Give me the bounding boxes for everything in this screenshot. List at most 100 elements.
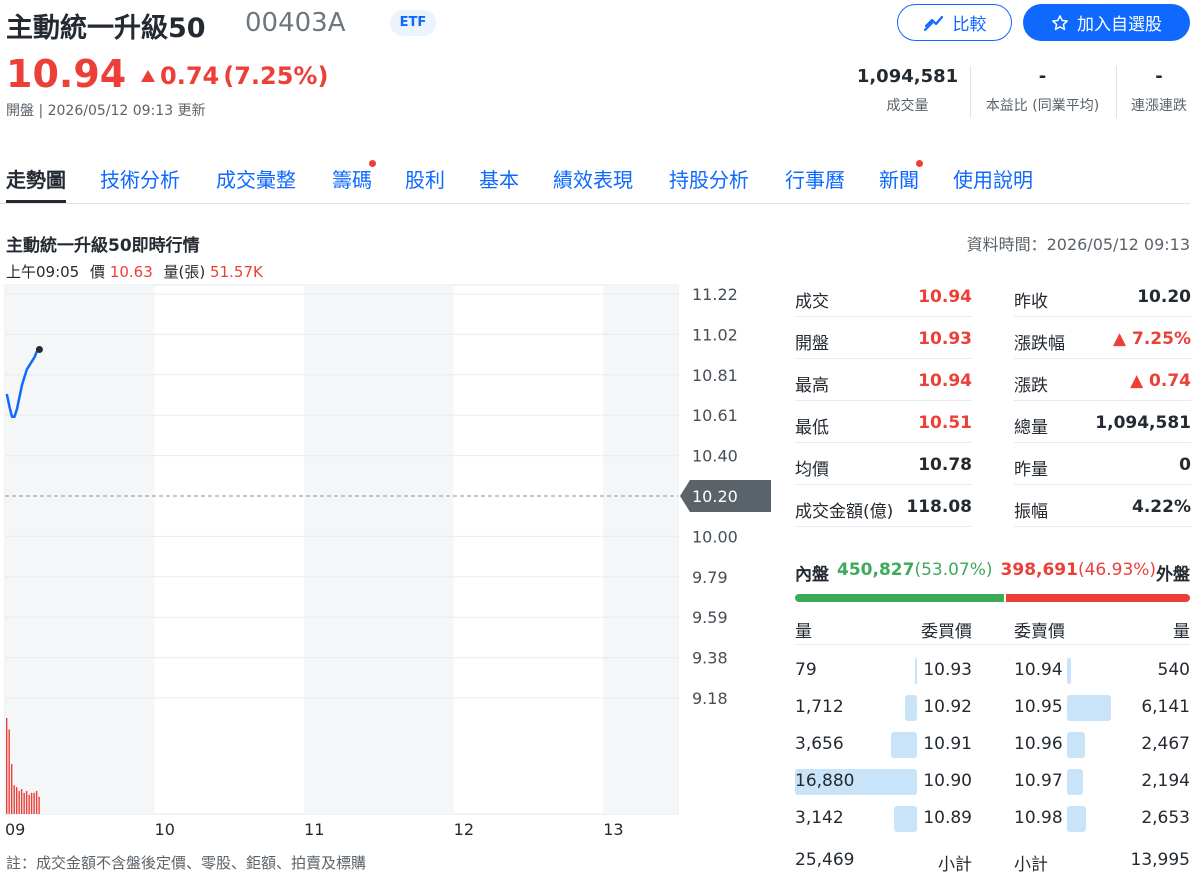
quote-label: 成交金額(億) xyxy=(795,502,894,522)
orderbook-row: 79 10.93 10.94 540 xyxy=(795,656,1190,686)
stat-value: - xyxy=(1155,66,1163,87)
quote-value: ▲ 7.25% xyxy=(1113,329,1191,349)
tab-technical[interactable]: 技術分析 xyxy=(100,164,180,193)
chart-tooltip: 上午09:05 價 10.63 量(張) 51.57K xyxy=(6,261,263,282)
etf-badge: ETF xyxy=(390,10,436,36)
outer-label: 外盤 xyxy=(1156,565,1191,585)
inner-outer-bar xyxy=(795,594,1190,602)
quote-value: 10.51 xyxy=(918,413,972,433)
inner-outer-volume: 內盤 450,827 (53.07%) 398,691 (46.93%) 外盤 xyxy=(795,560,1190,602)
volume-bar xyxy=(8,729,10,814)
current-price: 10.94 xyxy=(6,52,127,96)
bid-price: 10.91 xyxy=(923,734,972,754)
quote-label: 最低 xyxy=(795,418,829,438)
ask-subtotal-label: 小計 xyxy=(1014,855,1048,872)
quote-row: 開盤 10.93 xyxy=(795,317,972,359)
footnote: 註：成交金額不含盤後定價、零股、鉅額、拍賣及標購 xyxy=(6,854,367,872)
ask-volume: 2,467 xyxy=(1141,734,1190,754)
bid-volume: 79 xyxy=(795,660,817,680)
bid-volume: 3,656 xyxy=(795,734,844,754)
tab-performance[interactable]: 績效表現 xyxy=(553,164,633,193)
stat-volume: 1,094,581 成交量 xyxy=(850,66,965,115)
data-time: 資料時間：2026/05/12 09:13 xyxy=(966,235,1190,254)
tab-help[interactable]: 使用說明 xyxy=(953,164,1033,193)
x-tick-label: 09 xyxy=(5,820,25,839)
orderbook-subtotal: 25,469 小計 小計 13,995 xyxy=(795,850,1190,872)
volume-bar xyxy=(15,787,18,814)
stat-label: 本益比 (同業平均) xyxy=(985,98,1100,114)
chart-title: 主動統一升級50即時行情 xyxy=(6,236,200,256)
quote-row: 總量 1,094,581 xyxy=(1014,401,1191,443)
quote-value: 1,094,581 xyxy=(1095,413,1191,433)
tab-news[interactable]: 新聞 xyxy=(879,160,923,193)
compare-icon xyxy=(923,15,943,31)
ask-volume-bar xyxy=(1067,658,1071,684)
ask-volume-bar xyxy=(1067,769,1083,795)
volume-bar xyxy=(13,785,15,814)
bid-volume-bar xyxy=(890,732,917,758)
stat-label: 連漲連跌 xyxy=(1131,98,1187,114)
volume-bar xyxy=(38,796,40,814)
tab-dividend[interactable]: 股利 xyxy=(405,164,445,193)
quote-value: 10.78 xyxy=(918,455,972,475)
quote-value: 118.08 xyxy=(906,497,972,517)
tab-chips[interactable]: 籌碼 xyxy=(332,160,376,193)
bid-volume: 1,712 xyxy=(795,697,844,717)
ask-subtotal: 13,995 xyxy=(1130,850,1190,870)
ask-volume-bar xyxy=(1067,695,1112,721)
quote-row: 最高 10.94 xyxy=(795,359,972,401)
volume-bar xyxy=(10,764,13,814)
y-tick-label: 9.79 xyxy=(692,568,728,587)
change-value: 0.74 xyxy=(160,62,220,90)
volume-bar xyxy=(35,790,38,814)
market-status: 開盤 | 2026/05/12 09:13 更新 xyxy=(6,103,206,119)
orderbook-header: 量 委買價 委賣價 量 xyxy=(795,615,1190,645)
tooltip-vol-label: 量(張) xyxy=(163,263,206,281)
compare-button[interactable]: 比較 xyxy=(897,4,1012,41)
ask-volume-bar xyxy=(1067,732,1085,758)
stat-label: 成交量 xyxy=(886,98,929,114)
x-tick-label: 13 xyxy=(603,820,623,839)
stock-name: 主動統一升級50 xyxy=(6,13,206,44)
ask-volume-header: 量 xyxy=(1173,622,1190,642)
y-tick-label: 10.40 xyxy=(692,447,738,466)
ask-price-header: 委賣價 xyxy=(1014,622,1065,642)
notification-dot xyxy=(916,160,923,167)
volume-bar xyxy=(28,794,30,814)
outer-value: 398,691 xyxy=(1000,560,1078,580)
tab-holdings[interactable]: 持股分析 xyxy=(669,164,749,193)
tab-calendar[interactable]: 行事曆 xyxy=(785,164,845,193)
stat-value: 1,094,581 xyxy=(856,66,959,87)
quote-row: 均價 10.78 xyxy=(795,443,972,485)
quote-value: 10.94 xyxy=(918,371,972,391)
tooltip-time: 上午09:05 xyxy=(6,263,80,281)
divider xyxy=(970,66,971,118)
volume-bar xyxy=(25,790,28,814)
hour-band xyxy=(304,285,454,814)
x-tick-label: 11 xyxy=(304,820,324,839)
add-watchlist-button[interactable]: 加入自選股 xyxy=(1023,4,1190,41)
y-tick-label: 10.61 xyxy=(692,406,738,425)
inner-value: 450,827 xyxy=(837,560,915,580)
bid-price: 10.93 xyxy=(923,660,972,680)
bid-volume-header: 量 xyxy=(795,622,812,642)
tab-trend[interactable]: 走勢圖 xyxy=(6,164,66,203)
tooltip-price: 10.63 xyxy=(109,263,153,281)
quote-label: 振幅 xyxy=(1014,502,1048,522)
stat-streak: - 連漲連跌 xyxy=(1124,66,1194,115)
quote-row: 最低 10.51 xyxy=(795,401,972,443)
y-tick-label: 9.38 xyxy=(692,649,728,668)
tab-trades[interactable]: 成交彙整 xyxy=(216,164,296,193)
quote-label: 昨量 xyxy=(1014,460,1048,480)
volume-bar xyxy=(23,792,25,814)
orderbook-row: 3,142 10.89 10.98 2,653 xyxy=(795,804,1190,834)
y-tick-label: 10.81 xyxy=(692,366,738,385)
quote-label: 漲跌幅 xyxy=(1014,334,1065,354)
x-tick-label: 10 xyxy=(155,820,175,839)
intraday-chart[interactable]: 10.20 11.22 11.02 10.81 10.61 10.40 10.00 9.79… xyxy=(0,282,780,852)
bid-volume-bar xyxy=(915,658,917,684)
ask-volume-bar xyxy=(1067,806,1087,832)
tab-basic[interactable]: 基本 xyxy=(479,164,519,193)
quote-row: 成交 10.94 xyxy=(795,275,972,317)
outer-percent: (46.93%) xyxy=(1077,560,1157,580)
